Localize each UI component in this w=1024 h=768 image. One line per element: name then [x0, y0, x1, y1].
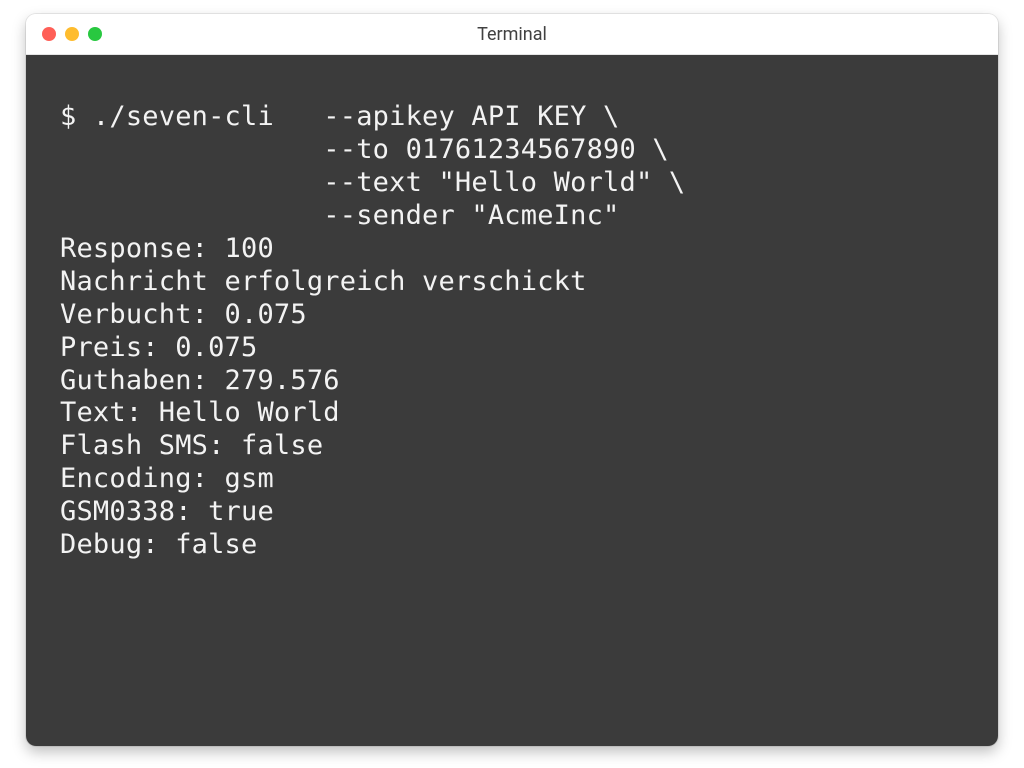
terminal-window: Terminal $ ./seven-cli --apikey API KEY … [26, 14, 998, 746]
window-controls [42, 27, 102, 41]
zoom-icon[interactable] [88, 27, 102, 41]
close-icon[interactable] [42, 27, 56, 41]
window-title: Terminal [26, 24, 998, 45]
minimize-icon[interactable] [65, 27, 79, 41]
titlebar: Terminal [26, 14, 998, 55]
terminal-output[interactable]: $ ./seven-cli --apikey API KEY \ --to 01… [26, 55, 998, 746]
